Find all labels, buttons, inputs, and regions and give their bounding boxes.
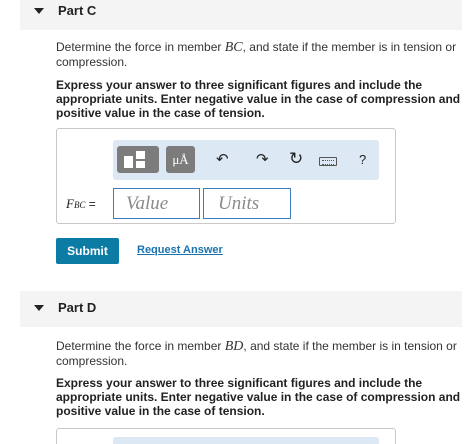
part-d-title: Part D [58,300,97,315]
part-c-header[interactable]: Part C [20,0,462,30]
math-toolbar [113,437,379,444]
reset-icon[interactable]: ↻ [289,150,303,167]
part-d-instructions: Express your answer to three significant… [56,376,461,418]
part-c-title: Part C [58,3,97,18]
math-toolbar: μÅ ↶ ↷ ↻ ? [113,140,379,180]
redo-icon[interactable]: ↷ [256,152,269,168]
templates-button[interactable] [117,146,159,173]
force-label: FBC = [66,196,96,211]
value-input[interactable]: Value [113,188,200,219]
member-symbol: BD [224,339,244,354]
part-d-question: Determine the force in member BD, and st… [56,339,457,368]
collapse-caret-icon[interactable] [34,305,44,311]
member-symbol: BC [224,40,243,55]
keyboard-icon[interactable] [319,157,337,166]
submit-button[interactable]: Submit [56,238,119,264]
help-icon[interactable]: ? [359,152,366,168]
units-button[interactable]: μÅ [166,146,195,173]
units-input[interactable]: Units [203,188,291,219]
undo-icon[interactable]: ↶ [216,152,229,168]
part-c-instructions: Express your answer to three significant… [56,78,461,120]
collapse-caret-icon[interactable] [34,8,44,14]
units-icon: μÅ [172,152,189,167]
request-answer-link[interactable]: Request Answer [137,244,223,256]
part-c-question: Determine the force in member BC, and st… [56,40,457,69]
part-d-header[interactable]: Part D [20,291,462,327]
